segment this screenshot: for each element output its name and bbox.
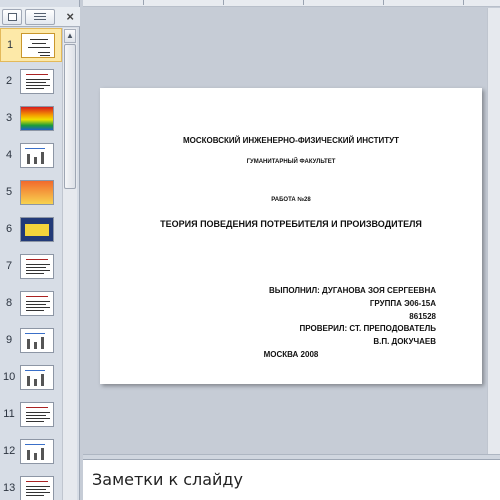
- slide-preview: [20, 254, 54, 279]
- slide-title: ТЕОРИЯ ПОВЕДЕНИЯ ПОТРЕБИТЕЛЯ И ПРОИЗВОДИ…: [160, 219, 422, 229]
- student-id-text: 861528: [409, 312, 436, 321]
- scroll-up-icon[interactable]: ▲: [64, 29, 76, 43]
- city-year-text: МОСКВА 2008: [263, 350, 319, 359]
- faculty-text: ГУМАНИТАРНЫЙ ФАКУЛЬТЕТ: [246, 159, 336, 165]
- slide-preview: [20, 439, 54, 464]
- slide-number: 9: [5, 334, 13, 346]
- slide-thumbnail[interactable]: 8: [0, 287, 62, 321]
- institute-text: МОСКОВСКИЙ ИНЖЕНЕРНО-ФИЗИЧЕСКИЙ ИНСТИТУТ: [182, 136, 399, 145]
- group-text: ГРУППА Э06-15А: [369, 299, 436, 308]
- slide-thumbnail[interactable]: 12: [0, 435, 62, 469]
- tab-slides[interactable]: [2, 9, 22, 25]
- slide-number: 10: [3, 371, 16, 383]
- work-number-text: РАБОТА №28: [271, 197, 311, 203]
- slide-number: 1: [6, 39, 14, 51]
- slide-preview: [20, 365, 54, 390]
- slide-icon: [8, 13, 17, 21]
- slide-thumbnail[interactable]: 10: [0, 361, 62, 395]
- slide-preview: [20, 328, 54, 353]
- panel-tabs: ×: [0, 7, 80, 27]
- slides-panel: × 1 2 3 4 5 6 7 8 9 10 11 12 13 ▲: [0, 0, 80, 500]
- slide-number: 13: [3, 482, 16, 494]
- slide-thumbnail[interactable]: 13: [0, 472, 62, 500]
- slide-preview: [20, 180, 54, 205]
- slide-preview: [20, 106, 54, 131]
- slide-number: 11: [3, 408, 15, 420]
- notes-placeholder: Заметки к слайду: [92, 470, 243, 489]
- slide-number: 5: [5, 186, 13, 198]
- slide-thumbnail[interactable]: 4: [0, 139, 62, 173]
- thumbnails-scrollbar[interactable]: ▲: [62, 28, 77, 500]
- slide-thumbnail[interactable]: 1: [0, 28, 62, 62]
- slide-thumbnail[interactable]: 3: [0, 102, 62, 136]
- top-ruler: [83, 0, 500, 7]
- slide-thumbnail[interactable]: 6: [0, 213, 62, 247]
- tab-outline[interactable]: [25, 9, 55, 25]
- outline-icon: [34, 13, 46, 22]
- slide-preview: [20, 217, 54, 242]
- checker-text: В.П. ДОКУЧАЕВ: [373, 337, 436, 346]
- slide-preview: [20, 476, 54, 500]
- slide-preview: [20, 402, 54, 427]
- slide-thumbnail[interactable]: 5: [0, 176, 62, 210]
- slide-preview: [21, 33, 55, 58]
- slide-number: 4: [5, 149, 13, 161]
- slide-area-scrollbar[interactable]: [487, 8, 500, 454]
- scrollbar-thumb[interactable]: [64, 44, 76, 189]
- slide-preview: [20, 143, 54, 168]
- slide-preview: [20, 69, 54, 94]
- current-slide[interactable]: МОСКОВСКИЙ ИНЖЕНЕРНО-ФИЗИЧЕСКИЙ ИНСТИТУТ…: [100, 88, 482, 384]
- slide-number: 2: [5, 75, 13, 87]
- close-icon[interactable]: ×: [66, 10, 74, 23]
- slide-thumbnail[interactable]: 9: [0, 324, 62, 358]
- checked-by-text: ПРОВЕРИЛ: СТ. ПРЕПОДОВАТЕЛЬ: [299, 324, 436, 333]
- slide-number: 7: [5, 260, 13, 272]
- slide-thumbnail[interactable]: 2: [0, 65, 62, 99]
- slide-number: 12: [3, 445, 16, 457]
- slide-thumbnail[interactable]: 7: [0, 250, 62, 284]
- slide-number: 8: [5, 297, 13, 309]
- performed-by-text: ВЫПОЛНИЛ: ДУГАНОВА ЗОЯ СЕРГЕЕВНА: [269, 286, 436, 295]
- notes-pane[interactable]: Заметки к слайду: [83, 459, 500, 500]
- slide-number: 6: [5, 223, 13, 235]
- slide-number: 3: [5, 112, 13, 124]
- slide-preview: [20, 291, 54, 316]
- slide-editing-area: МОСКОВСКИЙ ИНЖЕНЕРНО-ФИЗИЧЕСКИЙ ИНСТИТУТ…: [83, 8, 500, 454]
- slide-thumbnail[interactable]: 11: [0, 398, 62, 432]
- slide-thumbnails: 1 2 3 4 5 6 7 8 9 10 11 12 13: [0, 28, 62, 500]
